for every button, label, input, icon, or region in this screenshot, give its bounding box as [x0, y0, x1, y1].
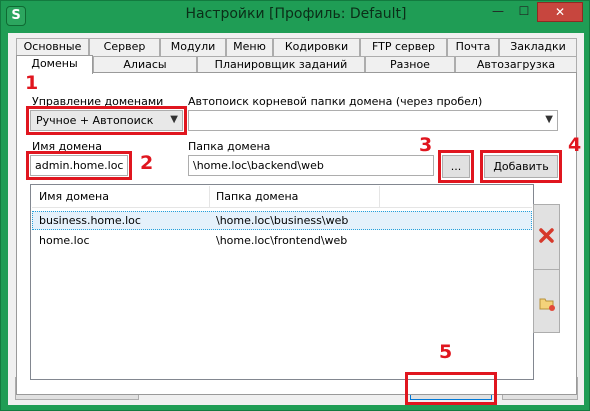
import-folder-button[interactable] [533, 269, 560, 333]
chevron-down-icon: ▼ [545, 114, 553, 125]
annotation-number-3: 3 [419, 134, 433, 156]
annotation-box-domain-management [26, 106, 187, 135]
domain-folder-value: \home.loc\backend\web [193, 159, 324, 172]
close-window-button[interactable]: ✕ [537, 2, 583, 22]
annotation-number-5: 5 [439, 341, 453, 363]
annotation-box-domain-name [26, 151, 132, 180]
annotation-number-2: 2 [140, 152, 154, 174]
delete-icon [539, 228, 554, 243]
domain-folder-label: Папка домена [188, 140, 271, 153]
domain-folder-cell: \home.loc\frontend\web [216, 234, 348, 247]
title-bar[interactable]: S Настройки [Профиль: Default] — ☐ ✕ [1, 1, 590, 31]
table-row[interactable]: business.home.loc \home.loc\business\web [32, 211, 532, 230]
tab-osnovnye[interactable]: Основные [16, 38, 89, 56]
column-header-domain-name[interactable]: Имя домена [39, 190, 109, 203]
tab-ftp-server[interactable]: FTP сервер [360, 38, 447, 56]
annotation-box-save [405, 372, 497, 405]
folder-import-icon [539, 298, 555, 311]
autosearch-label: Автопоиск корневой папки домена (через п… [188, 95, 483, 108]
domain-folder-field[interactable]: \home.loc\backend\web [188, 155, 434, 176]
column-separator[interactable] [209, 186, 210, 208]
domains-table[interactable]: Имя домена Папка домена business.home.lo… [30, 184, 534, 380]
annotation-number-1: 1 [25, 72, 39, 94]
autosearch-input[interactable]: ▼ [188, 110, 558, 131]
annotation-number-4: 4 [568, 134, 582, 156]
domain-name-cell: business.home.loc [39, 214, 141, 227]
tab-bookmarks[interactable]: Закладки [499, 38, 577, 56]
minimize-button[interactable]: — [485, 2, 511, 22]
domain-folder-cell: \home.loc\business\web [216, 214, 349, 227]
maximize-button[interactable]: ☐ [511, 2, 537, 22]
tab-mail[interactable]: Почта [447, 38, 499, 56]
dialog-body: Основные Сервер Модули Меню Кодировки FT… [8, 33, 584, 405]
annotation-box-browse [438, 150, 474, 183]
table-header: Имя домена Папка домена [32, 186, 532, 208]
settings-window: S Настройки [Профиль: Default] — ☐ ✕ Осн… [0, 0, 590, 411]
annotation-box-add [480, 150, 562, 183]
tab-menu[interactable]: Меню [226, 38, 273, 56]
tab-server[interactable]: Сервер [89, 38, 160, 56]
tab-encodings[interactable]: Кодировки [273, 38, 360, 56]
delete-domain-button[interactable] [533, 204, 560, 270]
column-header-domain-folder[interactable]: Папка домена [216, 190, 298, 203]
domain-name-cell: home.loc [39, 234, 90, 247]
table-row[interactable]: home.loc \home.loc\frontend\web [32, 232, 532, 251]
tab-modules[interactable]: Модули [160, 38, 226, 56]
column-separator[interactable] [379, 186, 380, 208]
